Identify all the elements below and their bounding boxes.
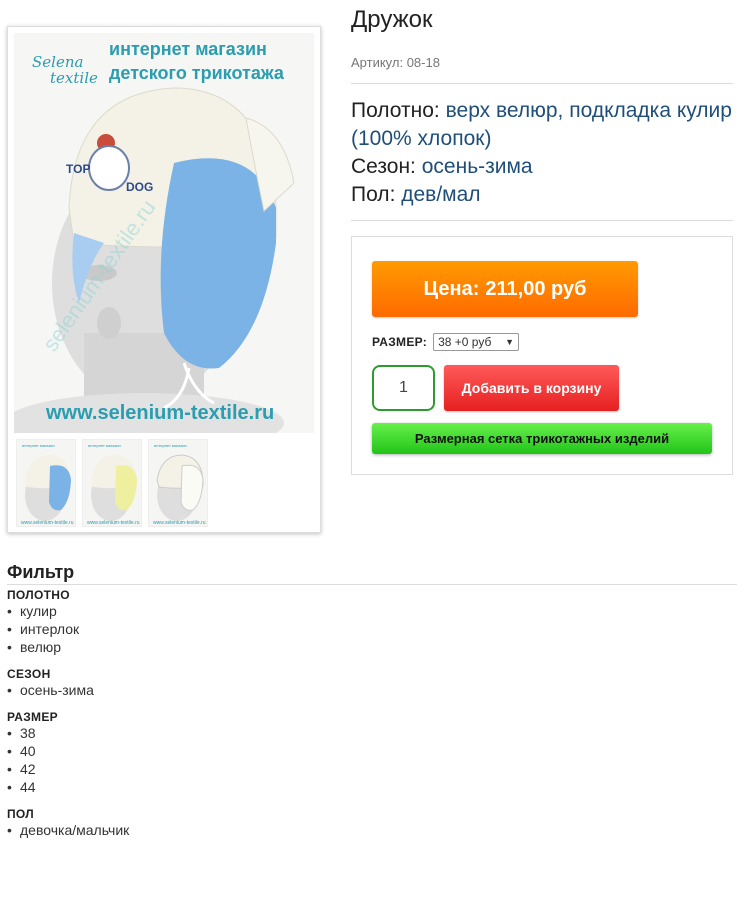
svg-text:www.selenium-textile.ru: www.selenium-textile.ru [153,520,206,526]
size-select[interactable]: 38 +0 руб ▼ [433,333,520,351]
property-season: Сезон: осень-зима [351,153,736,181]
product-sku: Артикул: 08-18 [351,55,440,70]
image-header-line1: интернет магазин [109,39,267,59]
filter-group-title: РАЗМЕР [7,710,58,724]
property-gender: Пол: дев/мал [351,181,736,209]
filter-item[interactable]: осень-зима [7,681,737,699]
svg-text:DOG: DOG [126,180,153,194]
thumbnail-white[interactable]: интернет магазин www.selenium-textile.ru [148,439,208,527]
image-website: www.selenium-textile.ru [45,402,274,424]
product-title: Дружок [351,6,433,33]
filter-item[interactable]: интерлок [7,620,737,638]
filter-item[interactable]: 38 [7,724,737,742]
price-value: 211,00 руб [485,277,587,300]
filter-panel: Фильтр ПОЛОТНО кулир интерлок велюр СЕЗО… [7,562,737,850]
filter-item[interactable]: 44 [7,778,737,796]
property-label: Пол: [351,183,396,206]
filter-title: Фильтр [7,562,737,585]
filter-group-size: РАЗМЕР 38 40 42 44 [7,710,737,796]
product-main-image[interactable]: Selena textile интернет магазин детского… [14,33,314,433]
filter-group-gender: ПОЛ девочка/мальчик [7,807,737,839]
size-selected-value: 38 +0 руб [438,335,492,349]
size-label: РАЗМЕР: [372,335,428,349]
filter-item[interactable]: 42 [7,760,737,778]
filter-item[interactable]: кулир [7,602,737,620]
filter-group-title: ПОЛОТНО [7,588,70,602]
buy-box: Цена: 211,00 руб РАЗМЕР: 38 +0 руб ▼ 1 Д… [351,236,733,475]
product-properties: Полотно: верх велюр, подкладка кулир (10… [351,97,736,209]
sku-label: Артикул: [351,55,404,70]
filter-group-season: СЕЗОН осень-зима [7,667,737,699]
product-image-card: Selena textile интернет магазин детского… [7,26,321,533]
filter-item[interactable]: 40 [7,742,737,760]
thumbnail-strip: интернет магазин www.selenium-textile.ru… [16,439,208,529]
image-logo-line2: textile [50,69,98,87]
property-value-link[interactable]: осень-зима [422,155,533,178]
size-chart-button[interactable]: Размерная сетка трикотажных изделий [372,423,712,454]
property-value-link[interactable]: дев/мал [401,183,480,206]
thumbnail-blue[interactable]: интернет магазин www.selenium-textile.ru [16,439,76,527]
price-label: Цена: [423,277,480,300]
divider [351,220,733,221]
image-header-line2: детского трикотажа [109,63,285,83]
svg-text:www.selenium-textile.ru: www.selenium-textile.ru [21,520,74,526]
filter-group-fabric: ПОЛОТНО кулир интерлок велюр [7,588,737,656]
svg-text:интернет магазин: интернет магазин [22,443,55,448]
thumbnail-yellow[interactable]: интернет магазин www.selenium-textile.ru [82,439,142,527]
chevron-down-icon: ▼ [505,337,515,347]
filter-item[interactable]: велюр [7,638,737,656]
divider [351,83,733,84]
property-label: Сезон: [351,155,416,178]
filter-item[interactable]: девочка/мальчик [7,821,737,839]
add-to-cart-button[interactable]: Добавить в корзину [444,365,619,411]
property-fabric: Полотно: верх велюр, подкладка кулир (10… [351,97,736,153]
quantity-input[interactable]: 1 [372,365,435,411]
sku-value: 08-18 [406,55,440,70]
filter-group-title: СЕЗОН [7,667,51,681]
svg-text:интернет магазин: интернет магазин [154,443,187,448]
size-row: РАЗМЕР: 38 +0 руб ▼ [372,333,520,351]
property-label: Полотно: [351,99,440,122]
svg-text:www.selenium-textile.ru: www.selenium-textile.ru [87,520,140,526]
svg-text:интернет магазин: интернет магазин [88,443,121,448]
svg-text:TOP: TOP [66,162,90,176]
filter-group-title: ПОЛ [7,807,34,821]
price-button[interactable]: Цена: 211,00 руб [372,261,638,317]
